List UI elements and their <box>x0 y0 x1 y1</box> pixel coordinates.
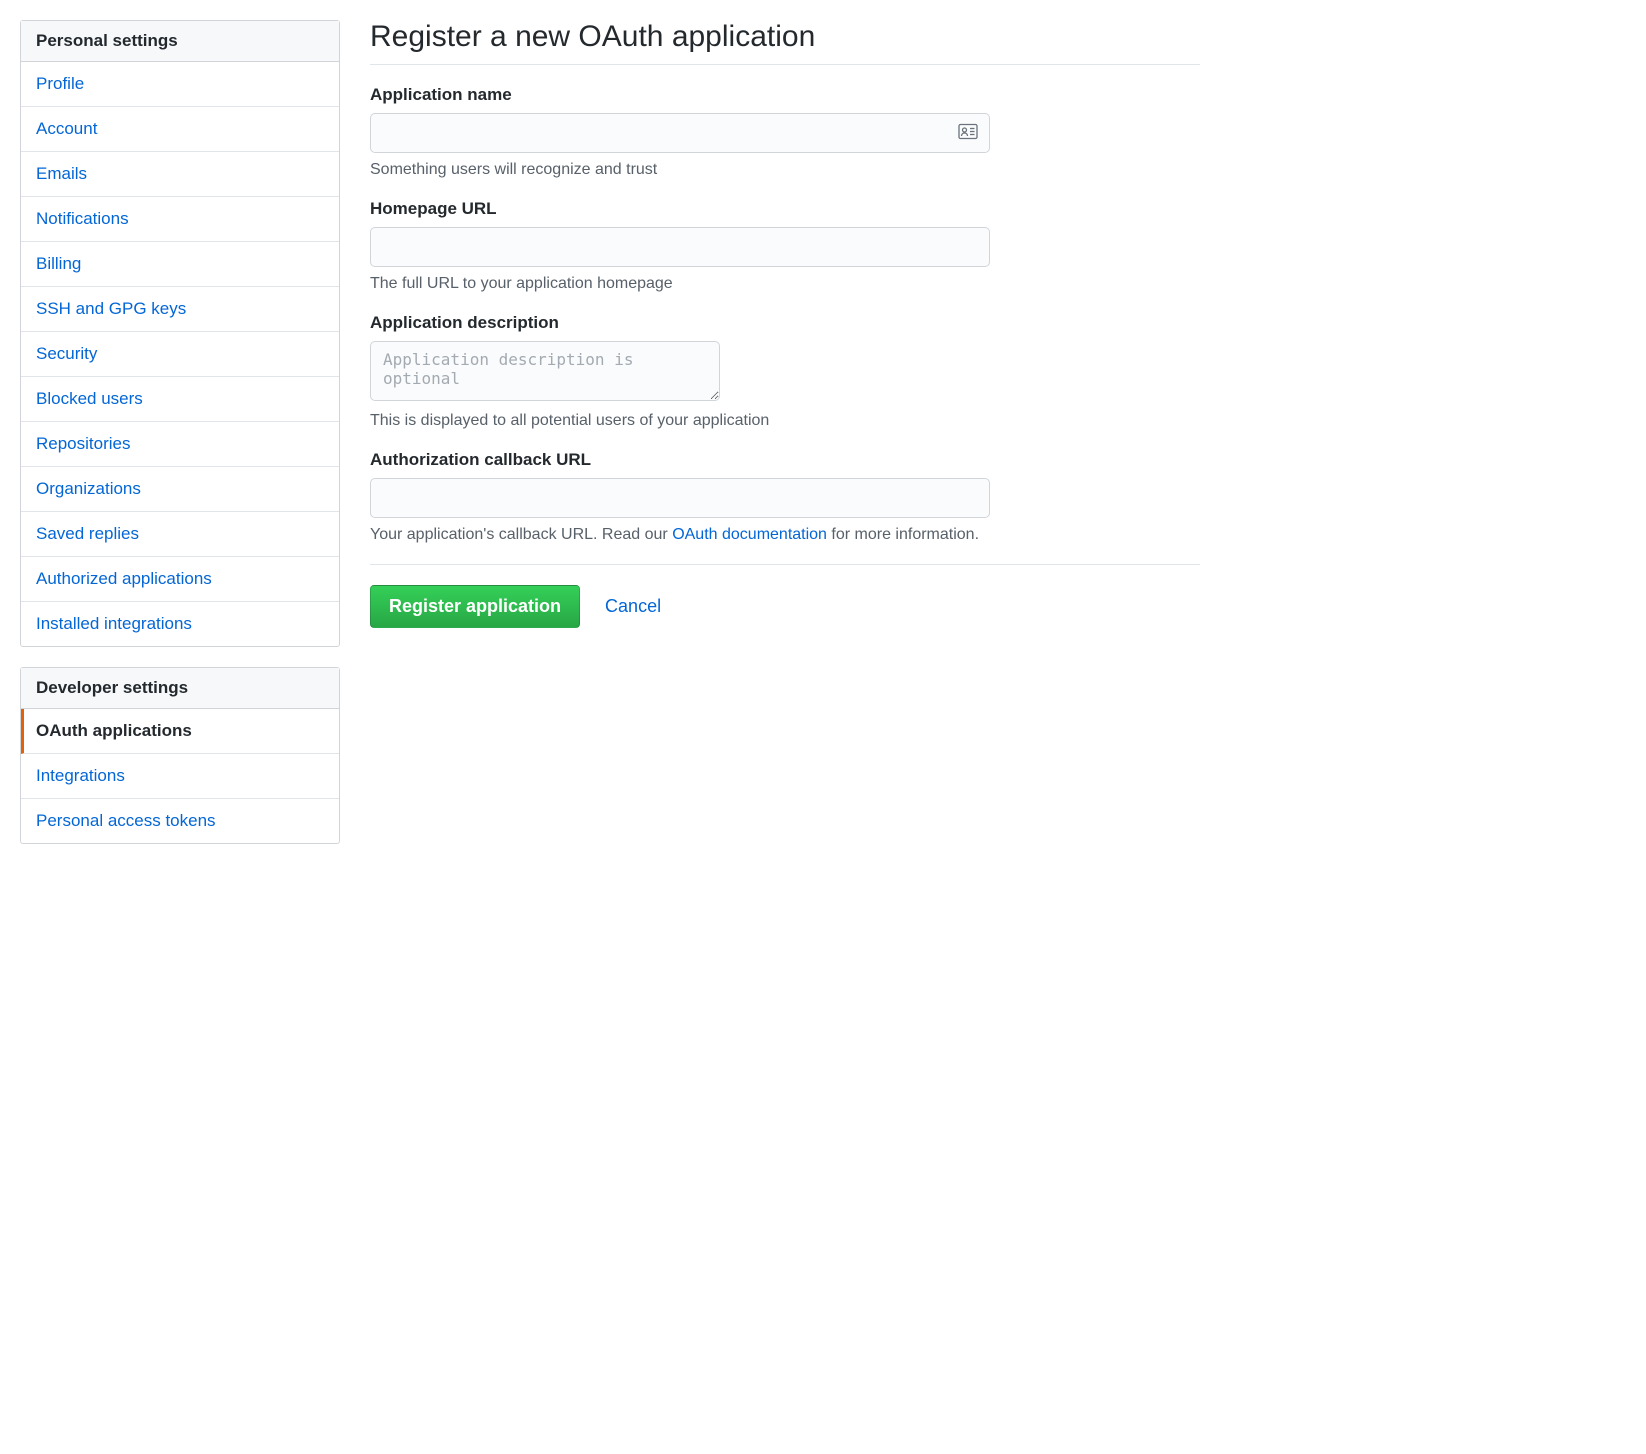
sidebar-item-blocked-users[interactable]: Blocked users <box>21 377 339 422</box>
developer-settings-menu: Developer settings OAuth applications In… <box>20 667 340 844</box>
sidebar-item-integrations[interactable]: Integrations <box>21 754 339 799</box>
personal-settings-header: Personal settings <box>21 21 339 62</box>
app-name-label: Application name <box>370 85 1200 105</box>
personal-settings-menu: Personal settings Profile Account Emails… <box>20 20 340 647</box>
oauth-documentation-link[interactable]: OAuth documentation <box>672 526 827 543</box>
sidebar-item-emails[interactable]: Emails <box>21 152 339 197</box>
app-name-input[interactable] <box>370 113 990 153</box>
field-callback-url: Authorization callback URL Your applicat… <box>370 450 1200 544</box>
oauth-register-form: Application name Somethin <box>370 85 1200 628</box>
form-actions: Register application Cancel <box>370 564 1200 628</box>
description-label: Application description <box>370 313 1200 333</box>
callback-url-label: Authorization callback URL <box>370 450 1200 470</box>
sidebar-item-security[interactable]: Security <box>21 332 339 377</box>
sidebar-item-organizations[interactable]: Organizations <box>21 467 339 512</box>
contact-card-icon <box>958 124 978 143</box>
sidebar-item-notifications[interactable]: Notifications <box>21 197 339 242</box>
sidebar-item-account[interactable]: Account <box>21 107 339 152</box>
cancel-button[interactable]: Cancel <box>605 596 661 617</box>
register-application-button[interactable]: Register application <box>370 585 580 628</box>
main-content: Register a new OAuth application Applica… <box>370 20 1200 864</box>
field-app-name: Application name Somethin <box>370 85 1200 179</box>
app-name-help: Something users will recognize and trust <box>370 161 1200 179</box>
sidebar-item-oauth-applications[interactable]: OAuth applications <box>21 709 339 754</box>
sidebar-item-repositories[interactable]: Repositories <box>21 422 339 467</box>
sidebar-item-saved-replies[interactable]: Saved replies <box>21 512 339 557</box>
sidebar-item-ssh-gpg-keys[interactable]: SSH and GPG keys <box>21 287 339 332</box>
description-textarea[interactable] <box>370 341 720 401</box>
developer-settings-header: Developer settings <box>21 668 339 709</box>
callback-url-help: Your application's callback URL. Read ou… <box>370 526 1200 544</box>
sidebar-item-billing[interactable]: Billing <box>21 242 339 287</box>
sidebar-item-installed-integrations[interactable]: Installed integrations <box>21 602 339 646</box>
sidebar-item-profile[interactable]: Profile <box>21 62 339 107</box>
settings-sidebar: Personal settings Profile Account Emails… <box>20 20 340 864</box>
callback-help-prefix: Your application's callback URL. Read ou… <box>370 526 672 543</box>
description-help: This is displayed to all potential users… <box>370 412 1200 430</box>
sidebar-item-personal-access-tokens[interactable]: Personal access tokens <box>21 799 339 843</box>
field-description: Application description This is displaye… <box>370 313 1200 430</box>
field-homepage-url: Homepage URL The full URL to your applic… <box>370 199 1200 293</box>
sidebar-item-authorized-applications[interactable]: Authorized applications <box>21 557 339 602</box>
callback-url-input[interactable] <box>370 478 990 518</box>
callback-help-suffix: for more information. <box>827 526 979 543</box>
homepage-url-input[interactable] <box>370 227 990 267</box>
homepage-url-label: Homepage URL <box>370 199 1200 219</box>
page-title: Register a new OAuth application <box>370 20 1200 65</box>
homepage-url-help: The full URL to your application homepag… <box>370 275 1200 293</box>
